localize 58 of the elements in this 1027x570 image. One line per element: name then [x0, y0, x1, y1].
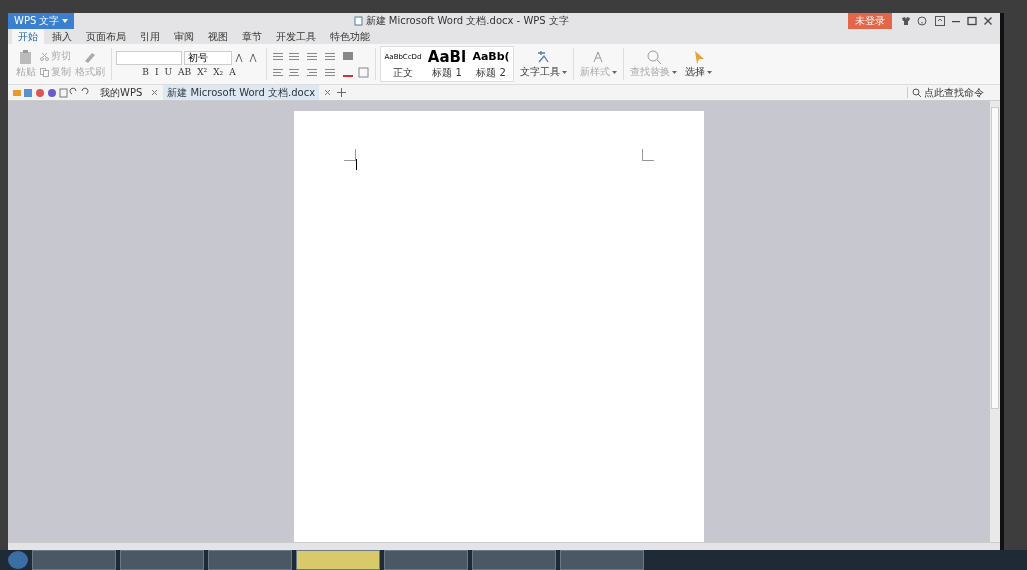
ribbon-tab[interactable]: 开发工具: [270, 29, 322, 44]
taskbar-window-button[interactable]: [384, 550, 468, 570]
close-tab-icon[interactable]: [323, 88, 333, 97]
ribbon-tab[interactable]: 视图: [202, 29, 234, 44]
format-button[interactable]: A: [227, 67, 238, 77]
ribbon-tool-button[interactable]: 选择: [683, 49, 714, 79]
clipboard-icon: [18, 49, 34, 65]
format-button[interactable]: X₂: [211, 67, 226, 77]
vertical-scrollbar[interactable]: [990, 101, 1000, 542]
ribbon-tab[interactable]: 页面布局: [80, 29, 132, 44]
caret-icon: [562, 70, 567, 74]
command-search-field[interactable]: 点此查找命令: [907, 87, 996, 98]
ribbon-tab[interactable]: 插入: [46, 29, 78, 44]
font-size-field[interactable]: 初号: [184, 51, 232, 65]
format-button[interactable]: AB: [176, 67, 194, 77]
text-cursor: [356, 159, 357, 170]
taskbar-window-button[interactable]: [296, 550, 380, 570]
format-button[interactable]: X²: [195, 67, 210, 77]
caret-icon: [62, 19, 69, 23]
ribbon-tab[interactable]: 引用: [134, 29, 166, 44]
ribbon-tab[interactable]: 开始: [12, 29, 44, 44]
ribbon-tab[interactable]: 特色功能: [324, 29, 376, 44]
taskbar-window-button[interactable]: [472, 550, 556, 570]
ribbon-tab[interactable]: 审阅: [168, 29, 200, 44]
skin-icon[interactable]: [900, 15, 912, 27]
restore-layout-icon[interactable]: [934, 15, 946, 27]
format-button[interactable]: U: [162, 67, 175, 77]
caret-icon: [672, 70, 677, 74]
taskbar-window-button[interactable]: [560, 550, 644, 570]
help-icon[interactable]: [916, 15, 930, 27]
document-icon: [353, 16, 363, 26]
caret-icon: [707, 70, 712, 74]
window-title: 新建 Microsoft Word 文档.docx - WPS 文字: [365, 14, 569, 28]
format-button[interactable]: B: [140, 67, 151, 77]
new-tab-icon[interactable]: [336, 87, 348, 98]
app-menu-button[interactable]: WPS 文字: [8, 13, 75, 29]
quick-access-icons[interactable]: [12, 87, 92, 98]
taskbar-window-button[interactable]: [120, 550, 204, 570]
scissors-icon: [40, 51, 49, 61]
close-tab-icon[interactable]: [150, 88, 160, 97]
taskbar-window-button[interactable]: [32, 550, 116, 570]
style-option[interactable]: AaBl 标题 1: [425, 47, 469, 81]
maximize-icon[interactable]: [966, 15, 978, 27]
start-button[interactable]: [8, 551, 28, 569]
paragraph-align-icons[interactable]: [271, 65, 371, 79]
caret-icon: [612, 70, 617, 74]
search-icon: [912, 87, 922, 98]
magnifier-icon: [644, 49, 663, 65]
document-tab[interactable]: 新建 Microsoft Word 文档.docx: [163, 85, 320, 100]
format-button[interactable]: I: [152, 67, 161, 77]
ribbon-tool-button[interactable]: 文字工具: [518, 49, 569, 79]
close-icon[interactable]: [982, 15, 994, 27]
style-option[interactable]: AaBb( 标题 2: [469, 47, 513, 81]
copy-icon: [40, 67, 49, 77]
taskbar-window-button[interactable]: [208, 550, 292, 570]
ribbon-tab[interactable]: 章节: [236, 29, 268, 44]
document-tab[interactable]: 我的WPS: [96, 85, 147, 100]
font-name-field[interactable]: [116, 51, 182, 65]
